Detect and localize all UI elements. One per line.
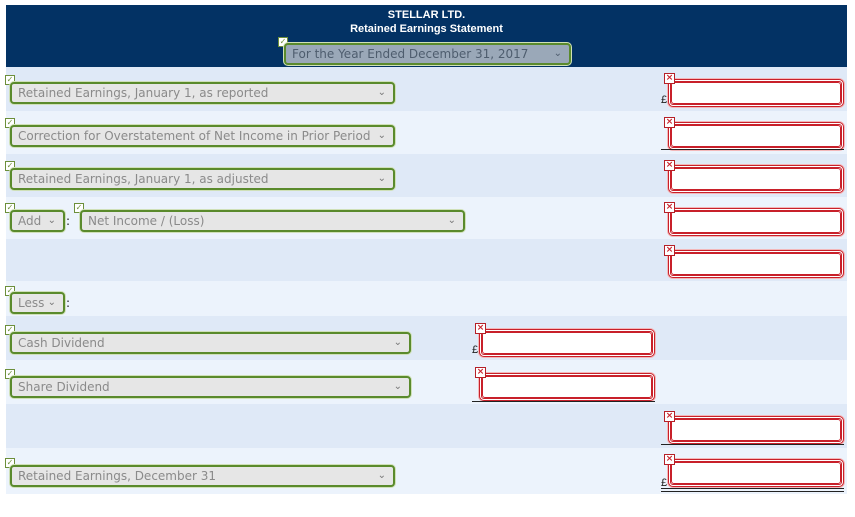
row10-amount-input[interactable] — [668, 459, 844, 487]
cross-icon: × — [664, 202, 675, 213]
chevron-down-icon: ⌄ — [377, 130, 386, 141]
row3-account-value: Retained Earnings, January 1, as adjuste… — [18, 172, 269, 186]
cross-icon: × — [664, 160, 675, 171]
double-underline-top — [661, 488, 844, 489]
colon: : — [66, 296, 71, 310]
cross-icon: × — [475, 367, 486, 378]
row9-amount-input[interactable] — [668, 416, 844, 444]
chevron-down-icon: ⌄ — [447, 215, 456, 226]
row2-account-select[interactable]: Correction for Overstatement of Net Inco… — [10, 125, 395, 147]
chevron-down-icon: ⌄ — [377, 470, 386, 481]
chevron-down-icon: ⌄ — [553, 48, 562, 59]
row2-amount-input[interactable] — [668, 122, 844, 150]
underline — [661, 149, 844, 150]
add-less-value: Add — [18, 214, 42, 228]
row7-amount-input[interactable] — [479, 329, 655, 357]
cross-icon: × — [664, 245, 675, 256]
currency-symbol: £ — [472, 344, 479, 356]
chevron-down-icon: ⌄ — [47, 215, 56, 226]
chevron-down-icon: ⌄ — [377, 87, 386, 98]
underline — [661, 444, 844, 445]
cross-icon: × — [475, 323, 486, 334]
less-select[interactable]: Less ⌄ — [10, 292, 65, 314]
row8-amount-input[interactable] — [479, 373, 655, 401]
cross-icon: × — [664, 454, 675, 465]
cross-icon: × — [664, 411, 675, 422]
company-name: STELLAR LTD. — [387, 9, 466, 21]
chevron-down-icon: ⌄ — [377, 173, 386, 184]
chevron-down-icon: ⌄ — [393, 381, 402, 392]
cross-icon: × — [664, 73, 675, 84]
colon: : — [66, 214, 71, 228]
row4-account-select[interactable]: Net Income / (Loss) ⌄ — [80, 210, 465, 232]
statement-title: Retained Earnings Statement — [350, 23, 503, 35]
row8-account-value: Share Dividend — [18, 380, 110, 394]
row7-account-select[interactable]: Cash Dividend ⌄ — [10, 332, 411, 354]
row3-account-select[interactable]: Retained Earnings, January 1, as adjuste… — [10, 168, 395, 190]
period-select[interactable]: For the Year Ended December 31, 2017 ⌄ — [284, 43, 571, 65]
period-select-value: For the Year Ended December 31, 2017 — [292, 47, 529, 61]
less-value: Less — [18, 296, 45, 310]
row8-account-select[interactable]: Share Dividend ⌄ — [10, 376, 411, 398]
row10-account-select[interactable]: Retained Earnings, December 31 ⌄ — [10, 465, 395, 487]
row3-amount-input[interactable] — [668, 165, 844, 193]
cross-icon: × — [664, 117, 675, 128]
row-less — [6, 281, 847, 316]
row1-amount-input[interactable] — [668, 79, 844, 107]
currency-symbol: £ — [661, 94, 668, 106]
row5-amount-input[interactable] — [668, 250, 844, 278]
chevron-down-icon: ⌄ — [393, 337, 402, 348]
chevron-down-icon: ⌄ — [47, 297, 56, 308]
add-less-select[interactable]: Add ⌄ — [10, 210, 65, 232]
double-underline-bottom — [661, 491, 844, 492]
row1-account-select[interactable]: Retained Earnings, January 1, as reporte… — [10, 82, 395, 104]
row4-amount-input[interactable] — [668, 208, 844, 236]
row7-account-value: Cash Dividend — [18, 336, 105, 350]
row2-account-value: Correction for Overstatement of Net Inco… — [18, 129, 371, 143]
row10-account-value: Retained Earnings, December 31 — [18, 469, 217, 483]
underline — [472, 401, 655, 402]
row1-account-value: Retained Earnings, January 1, as reporte… — [18, 86, 269, 100]
row4-account-value: Net Income / (Loss) — [88, 214, 205, 228]
